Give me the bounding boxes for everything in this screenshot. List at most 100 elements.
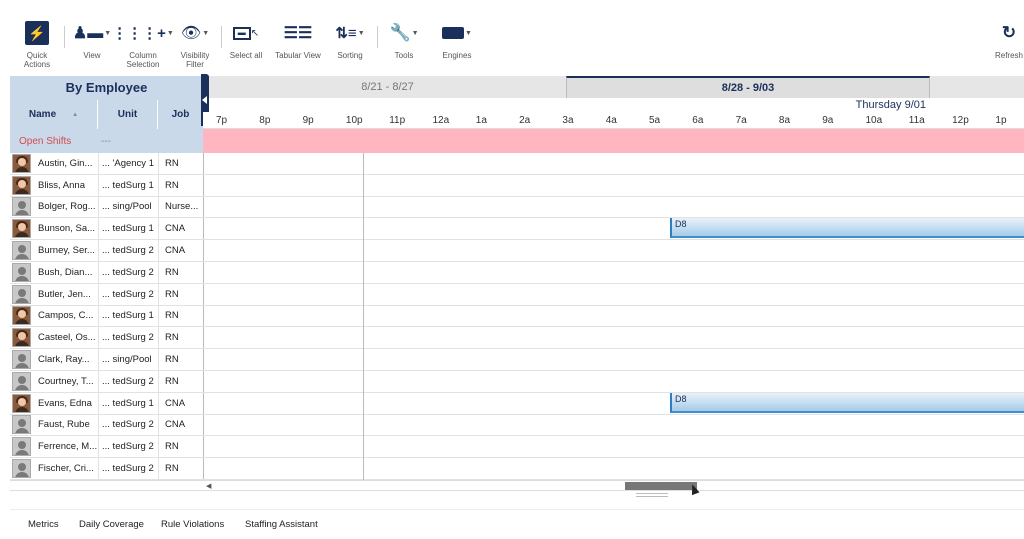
shift-bar[interactable]: D8 [670,392,1024,413]
hour-label: 1p [995,115,1007,126]
employee-name: Bolger, Rog... [38,201,96,213]
timeline-hscrollbar[interactable]: ◀ [203,480,1024,491]
employee-unit: ... sing/Pool [98,349,158,370]
employee-unit: ... tedSurg 1 [98,305,158,327]
week-tab-prev[interactable]: 8/21 - 8/27 [209,76,566,98]
employee-job: CNA [158,240,203,261]
employee-row[interactable]: Casteel, Os...... tedSurg 2 RN [10,327,1024,350]
resize-grip[interactable] [636,491,668,499]
visibility-filter-button[interactable]: 👁 ▼ Visibility Filter [176,18,214,69]
timeline-row[interactable] [203,283,1024,305]
avatar-placeholder-icon [12,284,31,304]
timeline-row[interactable] [203,327,1024,349]
employee-name: Clark, Ray... [38,354,90,366]
refresh-label: Refresh [994,51,1023,60]
employee-job: CNA [158,414,203,436]
name-column-header[interactable]: Name ▲ [10,100,98,129]
tab-rule-violations[interactable]: Rule Violations [161,519,224,530]
avatar-placeholder-icon [12,350,31,370]
hour-label: 12p [952,115,969,126]
employee-row[interactable]: Faust, Rube ... tedSurg 2 CNA [10,414,1024,437]
employee-row[interactable]: Butler, Jen... ... tedSurg 2 RN [10,283,1024,306]
sorting-button[interactable]: ⇅≡ ▼ Sorting [333,18,367,60]
avatar-placeholder-icon [12,437,31,457]
employee-unit: ... tedSurg 2 [98,370,158,392]
employee-row[interactable]: Bolger, Rog...... sing/Pool Nurse... [10,196,1024,219]
hour-label: 10p [345,115,363,126]
timeline-row[interactable]: D8 [203,392,1024,414]
employee-name: Burney, Ser... [38,245,95,257]
open-shifts-row[interactable]: Open Shifts --- [10,129,203,153]
hour-label: 4a [605,115,617,126]
employee-row[interactable]: Campos, C... ... tedSurg 1 RN [10,305,1024,328]
week-tab-current[interactable]: 8/28 - 9/03 [566,76,930,98]
employee-row[interactable]: Bush, Dian... ... tedSurg 2 RN [10,261,1024,284]
employee-name: Casteel, Os... [38,332,96,344]
employee-row[interactable]: Austin, Gin... ... 'Agency 1 RN [10,153,1024,175]
employee-row[interactable]: Bliss, Anna ... tedSurg 1 RN [10,174,1024,197]
refresh-button[interactable]: ↻ Refresh [994,18,1024,60]
tools-button[interactable]: 🔧 ▼ Tools [387,18,421,60]
tab-daily-coverage[interactable]: Daily Coverage [79,519,144,530]
hour-label: 7a [735,115,747,126]
engines-button[interactable]: ▼ Engines [438,18,476,60]
tab-metrics[interactable]: Metrics [28,519,59,530]
hour-label: 2a [519,115,531,126]
tab-staffing-assistant[interactable]: Staffing Assistant [245,519,318,530]
avatar-cell [12,197,32,218]
employee-row[interactable]: Courtney, T... ... tedSurg 2 RN [10,370,1024,393]
hour-label: 1a [475,115,487,126]
scrollbar-thumb[interactable] [625,482,697,490]
employee-unit: ... tedSurg 2 [98,327,158,349]
employee-row[interactable]: Evans, Edna ... tedSurg 1 CNA D8 [10,392,1024,415]
sort-up-icon: ▲ [72,111,79,118]
avatar-cell [12,393,32,414]
avatar-photo [12,153,31,173]
timeline-row[interactable]: D8 [203,218,1024,240]
employee-name: Austin, Gin... [38,157,93,169]
column-selection-button[interactable]: ⋮⋮⋮+ ▼ Column Selection [112,18,174,69]
timeline-row[interactable] [203,305,1024,327]
employee-job: RN [158,283,203,305]
hour-label: 11p [389,115,406,126]
avatar-cell [12,458,32,479]
quick-actions-button[interactable]: ⚡ Quick Actions [20,18,54,69]
employee-job: CNA [158,218,203,240]
timeline-row[interactable] [203,261,1024,283]
day-header: Thursday 9/01 [209,98,1024,112]
open-shifts-timeline[interactable] [203,129,1024,153]
hour-label: 9a [822,115,834,126]
timeline-row[interactable] [203,414,1024,436]
wrench-icon: 🔧 [389,23,411,42]
scroll-left-arrow-icon[interactable]: ◀ [206,482,211,490]
unit-column-header[interactable]: Unit [98,100,158,129]
tools-label: Tools [394,51,414,60]
employee-panel-header: By Employee Name ▲ Unit Job [10,76,203,129]
avatar-placeholder-icon [12,262,31,282]
timeline-row[interactable] [203,240,1024,261]
job-column-header[interactable]: Job [158,100,203,129]
tabular-view-button[interactable]: ☰☰ Tabular View [272,18,324,60]
employee-row[interactable]: Bunson, Sa...... tedSurg 1 CNA D8 [10,218,1024,241]
timeline-row[interactable] [203,349,1024,370]
avatar-cell [12,436,32,457]
employee-row[interactable]: Fischer, Cri... ... tedSurg 2 RN [10,458,1024,480]
timeline-row[interactable] [203,436,1024,458]
employee-row[interactable]: Clark, Ray... ... sing/Pool RN [10,349,1024,371]
avatar-cell [12,153,32,174]
employee-row[interactable]: Burney, Ser...... tedSurg 2 CNA [10,240,1024,262]
timeline-row[interactable] [203,174,1024,196]
timeline-row[interactable] [203,458,1024,479]
hour-label: 6a [692,115,704,126]
employee-name: Faust, Rube [38,419,90,431]
employee-row[interactable]: Ferrence, M...... tedSurg 2 RN [10,436,1024,459]
timeline-row[interactable] [203,196,1024,218]
timeline-row[interactable] [203,370,1024,392]
avatar-cell [12,306,32,327]
shift-bar[interactable]: D8 [670,218,1024,239]
view-button[interactable]: ♟▬ ▼ View [72,18,112,60]
timeline-row[interactable] [203,153,1024,174]
employee-job: Nurse... [158,196,203,218]
select-all-button[interactable]: ▬ ↖ Select all [227,18,265,60]
employee-name: Courtney, T... [38,375,94,387]
